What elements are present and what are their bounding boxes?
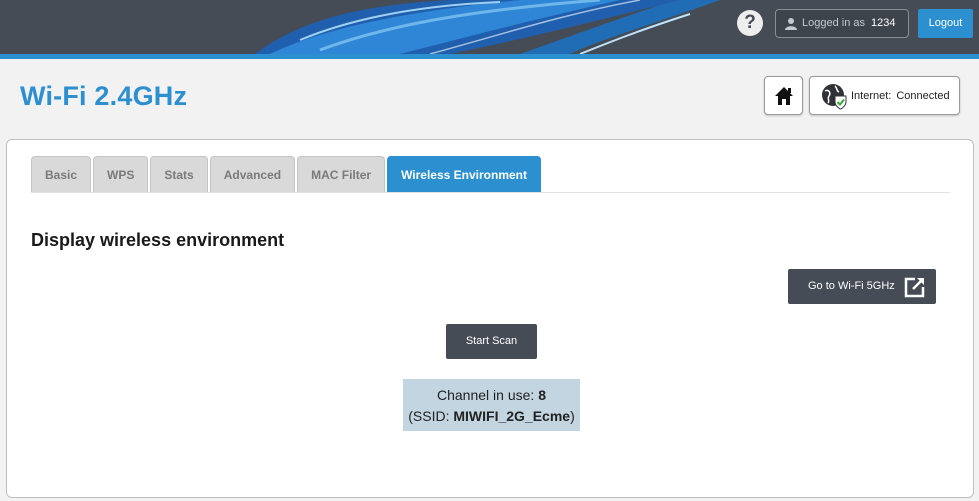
tab-bar: Basic WPS Stats Advanced MAC Filter Wire… (31, 156, 542, 193)
start-scan-button[interactable]: Start Scan (446, 324, 537, 359)
username: 1234 (871, 17, 896, 29)
section-title: Display wireless environment (31, 230, 285, 250)
external-link-icon (904, 277, 925, 298)
ssid-close: ) (570, 408, 575, 424)
tab-basic[interactable]: Basic (31, 156, 92, 193)
header-accent-strip (0, 54, 979, 59)
logged-in-label: Logged in as (802, 17, 865, 29)
ssid-open: (SSID: (408, 408, 450, 424)
home-button[interactable] (764, 76, 803, 115)
tab-advanced[interactable]: Advanced (209, 156, 296, 193)
tab-divider (31, 192, 950, 193)
channel-value: 8 (538, 387, 546, 403)
internet-status[interactable]: Internet: Connected (809, 76, 960, 115)
channel-label: Channel in use: (437, 387, 535, 403)
tab-mac-filter[interactable]: MAC Filter (297, 156, 386, 193)
internet-label: Internet: (851, 90, 892, 102)
help-button[interactable]: ? (737, 10, 763, 36)
home-icon (775, 87, 793, 105)
tab-stats[interactable]: Stats (150, 156, 208, 193)
globe-check-icon (822, 84, 847, 110)
ssid-value: MIWIFI_2G_Ecme (453, 408, 571, 424)
tab-wireless-environment[interactable]: Wireless Environment (387, 156, 542, 193)
user-icon (785, 18, 797, 30)
internet-status-value: Connected (896, 90, 950, 102)
logout-button[interactable]: Logout (918, 9, 973, 38)
logged-in-indicator: Logged in as 1234 (775, 9, 909, 38)
tab-wps[interactable]: WPS (93, 156, 149, 193)
goto-5ghz-label: Go to Wi-Fi 5GHz (808, 280, 895, 292)
page-title: Wi-Fi 2.4GHz (20, 81, 188, 111)
goto-5ghz-button[interactable]: Go to Wi-Fi 5GHz (788, 269, 936, 304)
main-panel: Basic WPS Stats Advanced MAC Filter Wire… (6, 139, 974, 498)
channel-info: Channel in use: 8 (SSID: MIWIFI_2G_Ecme) (403, 379, 580, 431)
